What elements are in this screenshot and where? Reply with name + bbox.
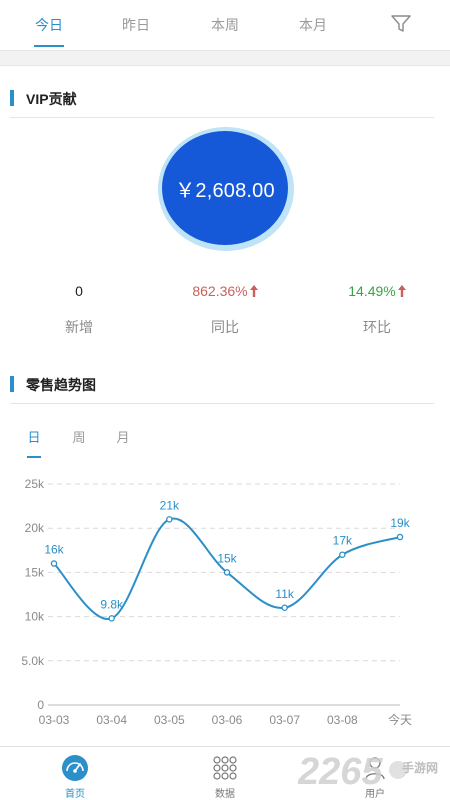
chart-tab-week[interactable]: 周 (69, 427, 89, 446)
stat-yoy-value-row: 862.36% (165, 281, 285, 301)
stat-mom: 14.49% 环比 (317, 281, 437, 337)
data-label: 19k (390, 516, 410, 530)
y-tick-label: 10k (25, 610, 45, 624)
site-watermark-logo: 2265 手游网 (298, 751, 438, 793)
stat-mom-label: 环比 (363, 319, 391, 335)
data-label: 17k (333, 534, 353, 548)
sales-section-title: 零售趋势图 (26, 377, 96, 393)
x-tick-label: 03-03 (39, 713, 70, 727)
divider (10, 117, 434, 118)
nav-home-label: 首页 (65, 789, 85, 800)
data-point (50, 560, 58, 567)
stat-new-value: 0 (75, 283, 83, 299)
chart-tab-indicator (27, 456, 41, 458)
nav-data[interactable]: 数据 (195, 753, 255, 800)
data-point (108, 615, 115, 622)
vip-section-title: VIP贡献 (26, 91, 77, 107)
stat-mom-value: 14.49% (348, 283, 396, 299)
arrow-up-icon (249, 285, 258, 297)
data-point (223, 569, 231, 576)
x-tick-label: 03-08 (327, 713, 358, 727)
data-point (166, 516, 173, 523)
sales-section-header: 零售趋势图 (0, 364, 450, 404)
data-point (281, 604, 288, 612)
active-tab-indicator (34, 45, 64, 47)
stat-new: 0 新增 (19, 281, 139, 337)
chart-tab-month[interactable]: 月 (113, 427, 133, 446)
section-separator (0, 50, 450, 66)
data-point (339, 551, 346, 558)
x-tick-label: 今天 (388, 712, 412, 727)
x-tick-label: 03-06 (212, 713, 243, 727)
nav-home[interactable]: 首页 (45, 753, 105, 800)
chart-tab-day[interactable]: 日 (24, 427, 44, 446)
x-tick-label: 03-07 (269, 713, 300, 727)
y-tick-label: 5.0k (21, 654, 45, 668)
vip-section-header: VIP贡献 (0, 78, 450, 118)
data-label: 9.8k (100, 597, 124, 611)
y-tick-label: 15k (25, 565, 45, 579)
section-marker (10, 90, 14, 106)
speedometer-icon (62, 755, 88, 781)
data-point (396, 533, 404, 541)
vip-amount-circle: ￥2,608.00 (155, 127, 295, 252)
vip-circle-core: ￥2,608.00 (162, 131, 288, 245)
stat-new-label: 新增 (65, 319, 93, 335)
filter-icon[interactable] (390, 14, 412, 34)
data-label: 11k (275, 587, 294, 601)
stat-mom-value-row: 14.49% (317, 281, 437, 301)
stat-yoy: 862.36% 同比 (165, 281, 285, 337)
nav-data-label: 数据 (215, 789, 235, 800)
stat-yoy-label: 同比 (211, 319, 239, 335)
stat-yoy-value: 862.36% (192, 283, 248, 299)
sales-trend-chart: 0 5.0k 10k 15k 20k 25k 03-03 03-04 03-05 03-06 03-… (21, 477, 412, 727)
grid-dots-icon (213, 756, 237, 780)
y-tick-label: 20k (25, 521, 45, 535)
y-tick-label: 25k (25, 477, 45, 491)
svg-text:2265: 2265 (298, 751, 383, 793)
data-label: 15k (217, 551, 237, 565)
data-label: 16k (44, 543, 64, 557)
period-tab-bar: 今日 昨日 本周 本月 (0, 0, 450, 50)
x-tick-label: 03-05 (154, 713, 185, 727)
data-label: 21k (160, 498, 180, 512)
x-tick-label: 03-04 (96, 713, 127, 727)
divider (10, 403, 434, 404)
y-tick-label: 0 (37, 698, 44, 712)
section-marker (10, 376, 14, 392)
tab-today[interactable]: 今日 (19, 15, 79, 35)
vip-amount-value: ￥2,608.00 (175, 179, 275, 202)
arrow-up-icon (397, 285, 406, 297)
tab-this-week[interactable]: 本周 (195, 15, 255, 35)
svg-text:手游网: 手游网 (402, 760, 438, 775)
tab-yesterday[interactable]: 昨日 (106, 15, 166, 35)
tab-this-month[interactable]: 本月 (283, 15, 343, 35)
